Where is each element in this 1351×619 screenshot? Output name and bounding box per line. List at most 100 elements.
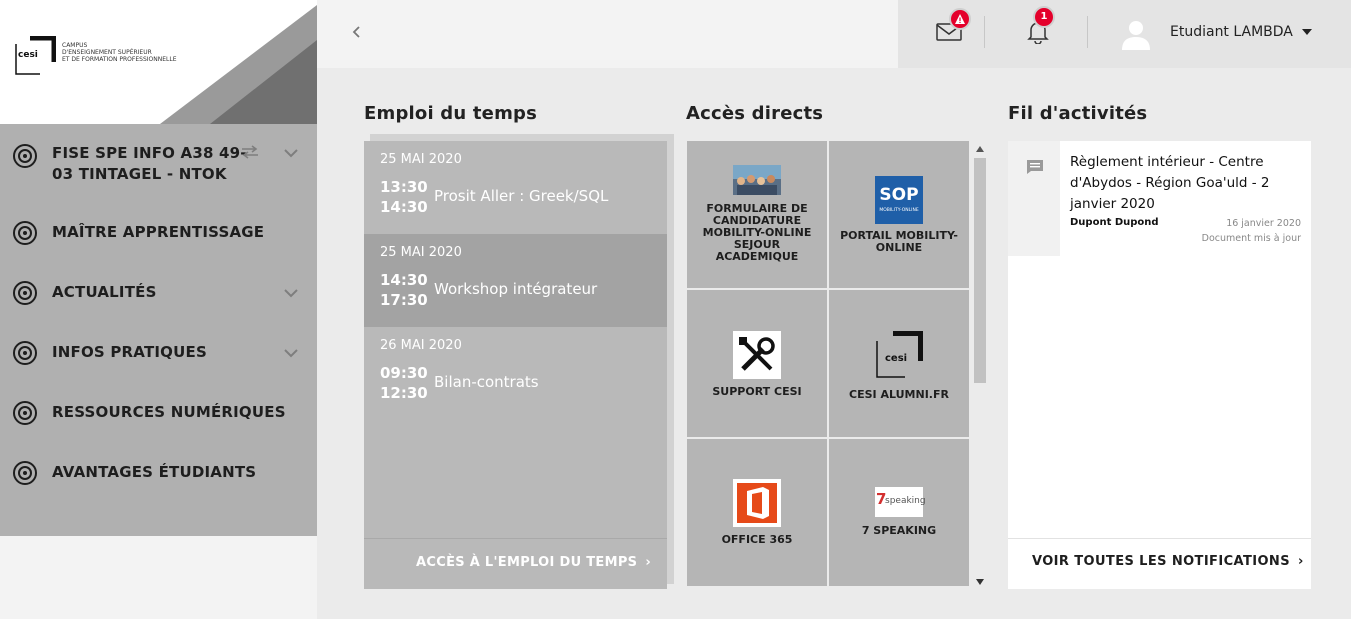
logo-line: d'enseignement supérieur bbox=[62, 49, 152, 56]
top-bar-left bbox=[317, 0, 898, 68]
feed-item[interactable]: Règlement intérieur - Centre d'Abydos - … bbox=[1008, 141, 1311, 256]
logo-tagline: Campus d'enseignement supérieur et de fo… bbox=[62, 42, 192, 63]
target-icon bbox=[13, 221, 37, 245]
chevron-right-icon: › bbox=[645, 555, 651, 570]
tile-7speaking[interactable]: 7 speaking 7 SPEAKING bbox=[829, 439, 969, 586]
all-notifications-label: VOIR TOUTES LES NOTIFICATIONS bbox=[1032, 554, 1290, 569]
sidebar-item-label-line1: FISE SPE INFO A38 49- bbox=[52, 144, 247, 162]
feed-item-date: 16 janvier 2020 bbox=[1226, 218, 1301, 229]
sidebar-item-label: INFOS PRATIQUES bbox=[52, 343, 207, 361]
sop-logo-icon: SOP MOBILITY-ONLINE bbox=[875, 176, 923, 224]
office-icon bbox=[733, 479, 781, 527]
sidebar-item-ressources[interactable]: RESSOURCES NUMÉRIQUES bbox=[0, 400, 317, 426]
tile-label: 7 SPEAKING bbox=[861, 524, 937, 537]
tile-label: PORTAIL MOBILITY-ONLINE bbox=[840, 229, 958, 254]
chevron-right-icon: › bbox=[1297, 554, 1304, 569]
sidebar-item-label-line2: 03 TINTAGEL - NTOK bbox=[52, 165, 227, 183]
logo-area: cesi Campus d'enseignement supérieur et … bbox=[0, 0, 317, 124]
schedule-event[interactable]: 25 MAI 2020 13:30 14:30 Prosit Aller : G… bbox=[364, 141, 667, 234]
schedule-title: Emploi du temps bbox=[364, 103, 538, 124]
sidebar-item-label: FISE SPE INFO A38 49- 03 TINTAGEL - NTOK bbox=[52, 143, 247, 185]
sidebar: cesi Campus d'enseignement supérieur et … bbox=[0, 0, 317, 619]
target-icon bbox=[13, 144, 37, 168]
scroll-down-icon[interactable] bbox=[976, 579, 984, 585]
schedule-event[interactable]: 25 MAI 2020 14:30 17:30 Workshop intégra… bbox=[364, 234, 667, 327]
tile-office-365[interactable]: OFFICE 365 bbox=[687, 439, 827, 586]
tools-icon bbox=[733, 331, 781, 379]
target-icon bbox=[13, 281, 37, 305]
caret-down-icon[interactable] bbox=[1302, 29, 1312, 35]
target-icon bbox=[13, 341, 37, 365]
notifications-button[interactable]: 1 bbox=[1023, 6, 1055, 46]
feed-item-title: Règlement intérieur - Centre d'Abydos - … bbox=[1070, 154, 1270, 212]
separator bbox=[984, 16, 985, 48]
sidebar-item-apprentissage[interactable]: MAÎTRE APPRENTISSAGE bbox=[0, 220, 317, 246]
logo-line: Campus bbox=[62, 42, 88, 49]
schedule-panel: 25 MAI 2020 13:30 14:30 Prosit Aller : G… bbox=[364, 141, 667, 589]
notifications-badge: 1 bbox=[1033, 6, 1055, 28]
feed-footer: VOIR TOUTES LES NOTIFICATIONS › bbox=[1008, 538, 1311, 589]
tile-label: FORMULAIRE DE CANDIDATURE MOBILITY-ONLIN… bbox=[702, 202, 812, 263]
crowd-photo-icon bbox=[733, 165, 781, 195]
access-scrollbar[interactable] bbox=[973, 143, 987, 588]
chevron-down-icon[interactable] bbox=[283, 147, 299, 159]
sop-logo-text: SOP bbox=[879, 185, 919, 205]
back-arrow-icon[interactable] bbox=[347, 22, 367, 42]
user-name[interactable]: Etudiant LAMBDA bbox=[1170, 24, 1293, 40]
event-end: 12:30 bbox=[380, 384, 428, 402]
7speaking-word: speaking bbox=[885, 496, 926, 506]
sidebar-item-label: MAÎTRE APPRENTISSAGE bbox=[52, 223, 265, 241]
sidebar-item-actualites[interactable]: ACTUALITÉS bbox=[0, 280, 317, 306]
all-notifications-link[interactable]: VOIR TOUTES LES NOTIFICATIONS › bbox=[1032, 554, 1304, 569]
swap-icon[interactable] bbox=[240, 145, 260, 159]
feed-item-status: Document mis à jour bbox=[1201, 233, 1301, 244]
sidebar-nav: FISE SPE INFO A38 49- 03 TINTAGEL - NTOK… bbox=[0, 124, 317, 536]
feed-icon-column bbox=[1008, 141, 1060, 256]
schedule-event[interactable]: 26 MAI 2020 09:30 12:30 Bilan-contrats bbox=[364, 327, 667, 420]
tile-label: OFFICE 365 bbox=[721, 533, 793, 546]
cesi-logo-icon: cesi bbox=[875, 331, 923, 379]
event-start: 14:30 bbox=[380, 271, 428, 289]
event-title: Bilan-contrats bbox=[434, 373, 539, 391]
7speaking-icon: 7 speaking bbox=[875, 487, 926, 517]
schedule-link-label: ACCÈS À L'EMPLOI DU TEMPS bbox=[416, 555, 638, 570]
sidebar-item-program[interactable]: FISE SPE INFO A38 49- 03 TINTAGEL - NTOK bbox=[0, 141, 317, 185]
feed-title: Fil d'activités bbox=[1008, 103, 1148, 124]
chevron-down-icon[interactable] bbox=[283, 347, 299, 359]
avatar[interactable] bbox=[1120, 18, 1152, 50]
scroll-thumb[interactable] bbox=[974, 158, 986, 383]
tile-mobility-portal[interactable]: SOP MOBILITY-ONLINE PORTAIL MOBILITY-ONL… bbox=[829, 141, 969, 288]
tile-label: SUPPORT CESI bbox=[712, 385, 802, 398]
messages-button[interactable] bbox=[934, 8, 971, 46]
logo-line: et de formation professionnelle bbox=[62, 56, 177, 63]
event-end: 17:30 bbox=[380, 291, 428, 309]
logo-word: cesi bbox=[18, 50, 38, 60]
event-end: 14:30 bbox=[380, 198, 428, 216]
sidebar-item-avantages[interactable]: AVANTAGES ÉTUDIANTS bbox=[0, 460, 317, 486]
feed-item-author: Dupont Dupond bbox=[1070, 217, 1159, 228]
top-bar: 1 Etudiant LAMBDA bbox=[317, 0, 1351, 68]
scroll-up-icon[interactable] bbox=[976, 146, 984, 152]
comment-icon bbox=[1027, 160, 1043, 174]
tile-mobility-form[interactable]: FORMULAIRE DE CANDIDATURE MOBILITY-ONLIN… bbox=[687, 141, 827, 288]
event-date: 26 MAI 2020 bbox=[380, 338, 462, 353]
schedule-footer: ACCÈS À L'EMPLOI DU TEMPS › bbox=[364, 538, 667, 589]
tile-support-cesi[interactable]: SUPPORT CESI bbox=[687, 290, 827, 437]
sidebar-item-label: RESSOURCES NUMÉRIQUES bbox=[52, 403, 286, 421]
sidebar-item-infos-pratiques[interactable]: INFOS PRATIQUES bbox=[0, 340, 317, 366]
access-grid: FORMULAIRE DE CANDIDATURE MOBILITY-ONLIN… bbox=[687, 141, 971, 586]
event-date: 25 MAI 2020 bbox=[380, 245, 462, 260]
event-title: Workshop intégrateur bbox=[434, 280, 598, 298]
event-start: 13:30 bbox=[380, 178, 428, 196]
schedule-link[interactable]: ACCÈS À L'EMPLOI DU TEMPS › bbox=[416, 555, 651, 570]
messages-badge bbox=[949, 8, 971, 30]
activity-feed: Règlement intérieur - Centre d'Abydos - … bbox=[1008, 141, 1311, 589]
tile-cesi-alumni[interactable]: cesi CESI ALUMNI.FR bbox=[829, 290, 969, 437]
sop-logo-sub: MOBILITY-ONLINE bbox=[879, 208, 919, 213]
event-title: Prosit Aller : Greek/SQL bbox=[434, 187, 609, 205]
event-date: 25 MAI 2020 bbox=[380, 152, 462, 167]
sidebar-item-label: ACTUALITÉS bbox=[52, 283, 157, 301]
cesi-logo[interactable]: cesi bbox=[14, 36, 56, 76]
warning-icon bbox=[955, 14, 965, 24]
chevron-down-icon[interactable] bbox=[283, 287, 299, 299]
